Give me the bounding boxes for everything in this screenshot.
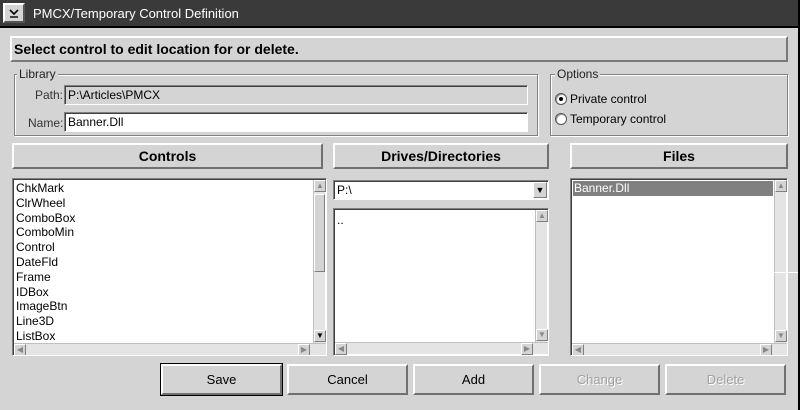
directory-vertical-scrollbar[interactable]: ▲ ▼ — [535, 210, 548, 343]
scroll-right-button[interactable]: ▶ — [760, 344, 772, 355]
path-field: P:\Articles\PMCX — [64, 85, 528, 105]
chevron-down-icon[interactable]: ▼ — [533, 182, 547, 198]
add-button[interactable]: Add — [413, 364, 534, 395]
files-vertical-scrollbar[interactable]: ▲ ▼ — [774, 180, 787, 344]
private-control-radio[interactable]: Private control — [555, 91, 647, 107]
delete-button[interactable]: Delete — [665, 364, 786, 395]
list-item[interactable]: DateFld — [15, 255, 75, 270]
drives-directories-header[interactable]: Drives/Directories — [333, 143, 549, 169]
scroll-left-button[interactable]: ◀ — [572, 344, 584, 355]
list-item[interactable]: .. — [336, 213, 344, 228]
scroll-right-button[interactable]: ▶ — [298, 344, 310, 355]
scroll-right-button[interactable]: ▶ — [521, 343, 533, 355]
radio-unselected-indicator — [555, 113, 567, 125]
name-input[interactable]: Banner.Dll — [64, 112, 528, 132]
temporary-control-radio[interactable]: Temporary control — [555, 111, 666, 127]
title-bar: PMCX/Temporary Control Definition — [0, 0, 798, 28]
chevron-down-icon — [9, 9, 19, 18]
list-item[interactable]: ListBox — [15, 329, 75, 344]
directory-items: .. — [336, 213, 344, 228]
save-button[interactable]: Save — [160, 363, 283, 396]
files-horizontal-scrollbar[interactable]: ◀ ▶ — [572, 343, 787, 355]
controls-horizontal-scrollbar[interactable]: ◀ ▶ — [14, 343, 326, 355]
scroll-left-button[interactable]: ◀ — [14, 344, 26, 355]
temporary-control-label: Temporary control — [570, 112, 667, 126]
divider — [772, 272, 798, 273]
system-menu-button[interactable] — [3, 3, 25, 23]
files-listbox[interactable]: Banner.Dll ▲ ▼ ◀ ▶ — [570, 178, 788, 356]
controls-listbox[interactable]: ChkMark ClrWheel ComboBox ComboMin Contr… — [12, 178, 327, 356]
window-title: PMCX/Temporary Control Definition — [33, 6, 239, 21]
list-item[interactable]: ClrWheel — [15, 196, 75, 211]
scroll-thumb[interactable] — [314, 194, 325, 272]
scroll-up-button[interactable]: ▲ — [775, 180, 787, 192]
drive-combo-value: P:\ — [337, 183, 352, 197]
library-legend: Library — [17, 67, 58, 81]
controls-vertical-scrollbar[interactable]: ▲ ▼ — [313, 180, 326, 344]
files-items: Banner.Dll — [573, 181, 773, 196]
list-item[interactable]: Line3D — [15, 314, 75, 329]
path-label: Path: — [35, 88, 64, 102]
list-item[interactable]: ChkMark — [15, 181, 75, 196]
list-item[interactable]: Frame — [15, 270, 75, 285]
list-item[interactable]: ImageBtn — [15, 299, 75, 314]
dialog-window: PMCX/Temporary Control Definition Select… — [0, 0, 800, 410]
controls-items: ChkMark ClrWheel ComboBox ComboMin Contr… — [15, 181, 75, 344]
scroll-up-button[interactable]: ▲ — [536, 210, 548, 222]
list-item[interactable]: ComboMin — [15, 225, 75, 240]
drive-combo[interactable]: P:\ ▼ — [333, 180, 549, 200]
scroll-down-button[interactable]: ▼ — [536, 329, 548, 341]
scroll-down-button[interactable]: ▼ — [775, 330, 787, 342]
list-item[interactable]: Banner.Dll — [573, 181, 773, 196]
scroll-left-button[interactable]: ◀ — [335, 343, 347, 355]
scroll-up-button[interactable]: ▲ — [314, 180, 326, 192]
files-header[interactable]: Files — [570, 143, 788, 169]
name-label: Name: — [28, 116, 64, 130]
directory-horizontal-scrollbar[interactable]: ◀ ▶ — [335, 342, 548, 355]
list-item[interactable]: Control — [15, 240, 75, 255]
list-item[interactable]: ComboBox — [15, 211, 75, 226]
list-item[interactable]: IDBox — [15, 285, 75, 300]
directory-listbox[interactable]: .. ▲ ▼ ◀ ▶ — [333, 208, 549, 356]
cancel-button[interactable]: Cancel — [287, 364, 408, 395]
controls-header[interactable]: Controls — [12, 143, 323, 169]
options-legend: Options — [555, 67, 601, 81]
scroll-down-button[interactable]: ▼ — [314, 330, 326, 342]
private-control-label: Private control — [570, 92, 647, 106]
options-group: Options Private control Temporary contro… — [550, 67, 788, 136]
instruction-banner: Select control to edit location for or d… — [10, 36, 788, 62]
change-button[interactable]: Change — [539, 364, 660, 395]
radio-selected-indicator — [555, 93, 567, 105]
